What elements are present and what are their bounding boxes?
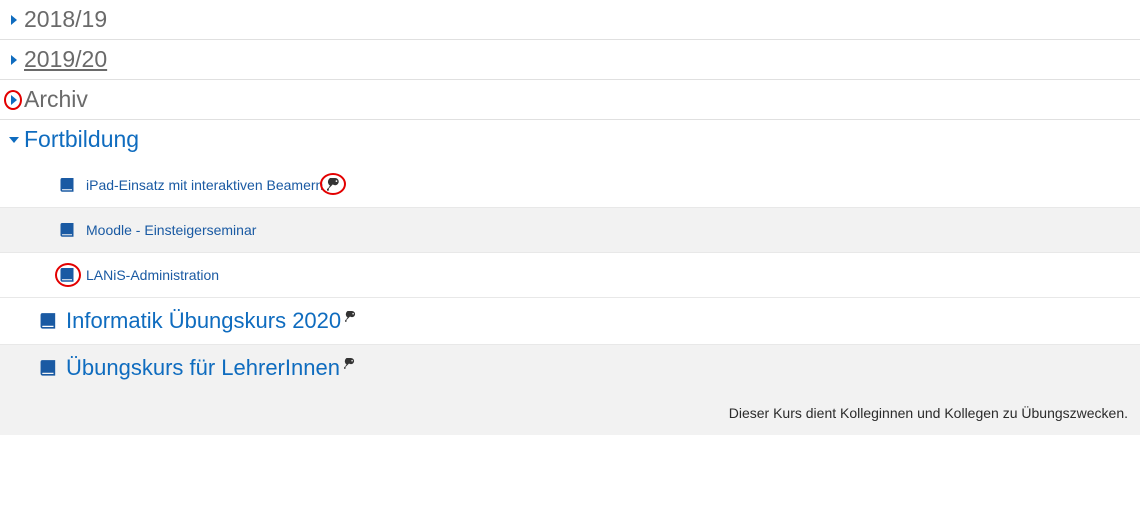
- key-icon: [344, 357, 356, 369]
- category-label: Archiv: [24, 86, 88, 113]
- book-icon: [60, 177, 76, 193]
- book-icon: [40, 312, 58, 330]
- course-item[interactable]: iPad-Einsatz mit interaktiven Beamern: [0, 163, 1140, 208]
- key-icon: [345, 310, 357, 322]
- course-item-large[interactable]: Übungskurs für LehrerInnen: [0, 345, 1140, 391]
- category-label: Fortbildung: [24, 126, 139, 153]
- course-item[interactable]: LANiS-Administration: [0, 253, 1140, 298]
- course-description: Dieser Kurs dient Kolleginnen und Kolleg…: [0, 391, 1140, 435]
- category-label: 2019/20: [24, 46, 107, 73]
- course-title: iPad-Einsatz mit interaktiven Beamern: [86, 177, 323, 193]
- key-icon: [327, 178, 341, 192]
- course-description-text: Dieser Kurs dient Kolleginnen und Kolleg…: [729, 405, 1128, 421]
- category-archiv[interactable]: Archiv: [0, 80, 1140, 120]
- chevron-right-icon: [8, 54, 20, 66]
- category-2018-19[interactable]: 2018/19: [0, 0, 1140, 40]
- chevron-down-icon: [8, 134, 20, 146]
- fortbildung-course-list: iPad-Einsatz mit interaktiven Beamern Mo…: [0, 163, 1140, 298]
- chevron-right-icon: [8, 94, 20, 106]
- book-icon: [60, 267, 76, 283]
- course-item[interactable]: Moodle - Einsteigerseminar: [0, 208, 1140, 253]
- course-item-large[interactable]: Informatik Übungskurs 2020: [0, 298, 1140, 345]
- course-title: Informatik Übungskurs 2020: [66, 308, 341, 334]
- chevron-right-icon: [8, 14, 20, 26]
- book-icon: [40, 359, 58, 377]
- course-title: LANiS-Administration: [86, 267, 219, 283]
- category-fortbildung[interactable]: Fortbildung: [0, 120, 1140, 159]
- course-title: Übungskurs für LehrerInnen: [66, 355, 340, 381]
- category-2019-20[interactable]: 2019/20: [0, 40, 1140, 80]
- book-icon: [60, 222, 76, 238]
- course-title: Moodle - Einsteigerseminar: [86, 222, 256, 238]
- category-label: 2018/19: [24, 6, 107, 33]
